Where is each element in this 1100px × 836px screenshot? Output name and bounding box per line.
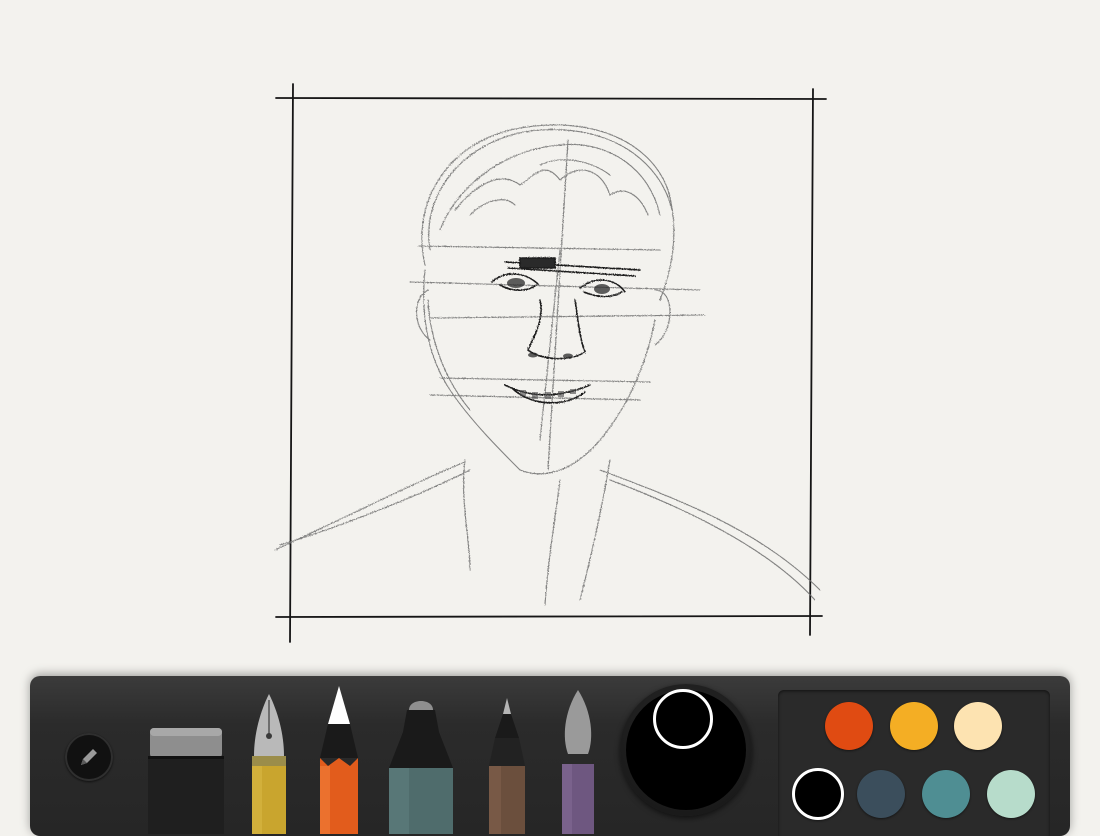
brush-icon bbox=[562, 690, 594, 834]
color-mixer-dial[interactable] bbox=[620, 684, 752, 816]
fountain-pen-tool[interactable] bbox=[250, 694, 288, 834]
swatch-teal[interactable] bbox=[922, 770, 970, 818]
brush-tool[interactable] bbox=[558, 690, 598, 834]
pen-icon bbox=[489, 698, 525, 834]
pencil-tool-icon bbox=[320, 686, 358, 834]
swatch-black[interactable] bbox=[792, 768, 844, 820]
pencil-tool[interactable] bbox=[318, 686, 360, 834]
swatch-mint[interactable] bbox=[987, 770, 1035, 818]
pen-tool[interactable] bbox=[485, 698, 529, 834]
marker-icon bbox=[389, 701, 453, 834]
current-color-indicator bbox=[653, 689, 713, 749]
sketch-frame bbox=[275, 83, 827, 643]
swatch-cream[interactable] bbox=[954, 702, 1002, 750]
swatch-orange[interactable] bbox=[825, 702, 873, 750]
drawing-canvas[interactable] bbox=[0, 0, 1100, 670]
menu-button[interactable] bbox=[65, 733, 113, 781]
portrait-sketch bbox=[274, 124, 821, 606]
eraser-icon bbox=[148, 728, 224, 834]
pencil-icon bbox=[81, 749, 97, 765]
tool-tray bbox=[30, 676, 1070, 836]
eraser-tool[interactable] bbox=[148, 724, 224, 834]
sketch-drawing bbox=[274, 83, 827, 643]
swatch-slate[interactable] bbox=[857, 770, 905, 818]
marker-tool[interactable] bbox=[385, 696, 457, 834]
color-palette bbox=[778, 690, 1050, 836]
swatch-yellow[interactable] bbox=[890, 702, 938, 750]
fountain-pen-icon bbox=[252, 694, 286, 834]
